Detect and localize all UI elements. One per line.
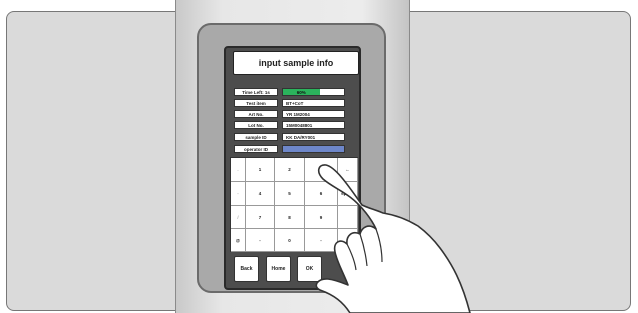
operator-id-field[interactable] — [282, 145, 345, 153]
key-1[interactable]: 1 — [246, 158, 275, 182]
key-9[interactable]: 9 — [305, 206, 338, 229]
sample-id-field[interactable]: KK DA/RY001 — [282, 133, 345, 141]
key-0[interactable]: 0 — [275, 229, 305, 252]
key-4[interactable]: 4 — [246, 182, 275, 206]
key-space[interactable]: space — [338, 182, 358, 206]
sample-id-label: sample ID — [234, 133, 278, 141]
lot-no-label: Lot No. — [234, 121, 278, 129]
key-6[interactable]: 6 — [305, 182, 338, 206]
progress-bar: 60% — [282, 88, 345, 96]
test-item-label: Test item — [234, 99, 278, 107]
key-7[interactable]: 7 — [246, 206, 275, 229]
key-5[interactable]: 5 — [275, 182, 305, 206]
key-blank-2[interactable] — [338, 229, 358, 252]
key-blank-1[interactable] — [338, 206, 358, 229]
test-item-field[interactable]: BT+CoT — [282, 99, 345, 107]
page-title: input sample info — [233, 51, 359, 75]
key-at[interactable]: @ — [231, 229, 246, 252]
key-backspace[interactable]: ← — [338, 158, 358, 182]
art-no-field[interactable]: YR 1M2004 — [282, 110, 345, 118]
time-left-label: Time Left: 1s — [234, 88, 278, 96]
operator-id-label: operator ID — [234, 145, 278, 153]
key-slash[interactable]: / — [231, 206, 246, 229]
ok-button[interactable]: OK — [297, 256, 322, 282]
key-minus[interactable]: - — [231, 182, 246, 206]
key-2[interactable]: 2 — [275, 158, 305, 182]
key-8[interactable]: 8 — [275, 206, 305, 229]
back-button[interactable]: Back — [234, 256, 259, 282]
lot-no-field[interactable]: 15M0048801 — [282, 121, 345, 129]
numeric-keypad: . 1 2 3 ← - 4 5 6 space / 7 8 9 @ - 0 - — [230, 157, 358, 252]
home-button[interactable]: Home — [266, 256, 291, 282]
art-no-label: Art No. — [234, 110, 278, 118]
key-dash[interactable]: - — [246, 229, 275, 252]
progress-fill: 60% — [283, 89, 320, 95]
key-dash-2[interactable]: - — [305, 229, 338, 252]
status-strip — [230, 77, 357, 84]
key-3[interactable]: 3 — [305, 158, 338, 182]
key-dot[interactable]: . — [231, 158, 246, 182]
